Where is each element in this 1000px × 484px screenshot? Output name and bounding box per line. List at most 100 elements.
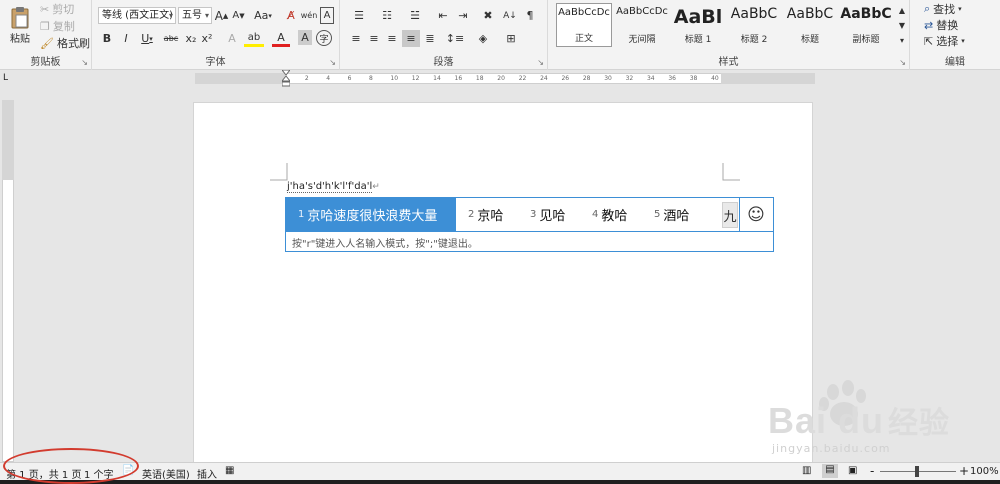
dialog-launcher-icon[interactable]: ↘ [81, 58, 88, 67]
ime-candidate-window: 1 京哈速度很快浪费大量 2 京哈 3 见哈 4 教哈 5 酒哈 九 ☺ 按"r… [285, 197, 774, 252]
multilevel-list-icon[interactable]: ☱ [404, 7, 426, 24]
shading-icon[interactable]: ◈ [472, 30, 494, 47]
phonetic-guide-icon[interactable]: wén [301, 7, 318, 24]
change-case-button[interactable]: Aa ▾ [252, 7, 274, 24]
print-layout-icon[interactable]: ▤ [822, 464, 838, 478]
superscript-button[interactable]: x² [200, 30, 214, 47]
clipboard-group: 粘贴 ✂ 剪切 ❐ 复制 🖌 格式刷 剪贴板 ↘ [0, 0, 92, 70]
line-spacing-icon[interactable]: ↕≡ [444, 30, 466, 47]
align-center-icon[interactable]: ≡ [366, 30, 382, 47]
sort-icon[interactable]: A↓ [502, 7, 518, 24]
format-painter-button[interactable]: 🖌 格式刷 [40, 36, 90, 51]
paste-button[interactable]: 粘贴 [4, 2, 36, 48]
style-heading-1[interactable]: AaBl 标题 1 [670, 3, 726, 47]
styles-more-icon[interactable]: ▾ [896, 34, 908, 47]
ruler-tick: 36 [668, 75, 676, 82]
page-indicator[interactable]: 第 1 页，共 1 页 [6, 466, 81, 481]
candidate-number: 3 [530, 209, 537, 220]
zoom-thumb[interactable] [915, 466, 919, 477]
taskbar-strip [0, 480, 1000, 484]
decrease-indent-icon[interactable]: ⇤ [434, 7, 452, 24]
tab-selector-icon[interactable]: L [3, 74, 13, 84]
enclose-char-icon[interactable]: 字 [316, 30, 332, 46]
align-right-icon[interactable]: ≡ [384, 30, 400, 47]
text-effects-icon[interactable]: A [224, 30, 240, 47]
bold-button[interactable]: B [100, 30, 114, 47]
ruler-tick: 10 [390, 75, 399, 82]
change-case-label: Aa [254, 9, 269, 22]
find-button[interactable]: ⌕ 查找 ▾ [924, 2, 962, 16]
justify-icon[interactable]: ≡ [402, 30, 420, 47]
style-no-spacing[interactable]: AaBbCcDc 无间隔 [614, 3, 670, 47]
word-count[interactable]: 1 个字 [84, 466, 114, 481]
candidate-number: 5 [654, 209, 661, 220]
indent-marker-icon[interactable] [280, 69, 292, 88]
handwriting-icon[interactable]: 九 [722, 202, 738, 228]
numbering-icon[interactable]: ☷ [376, 7, 398, 24]
align-left-icon[interactable]: ≡ [348, 30, 364, 47]
font-name-dropdown[interactable]: 等线 (西文正文) ▾ [98, 7, 176, 24]
dialog-launcher-icon[interactable]: ↘ [329, 58, 336, 67]
zoom-in-button[interactable]: + [959, 464, 969, 478]
style-subtitle[interactable]: AaBbC 副标题 [838, 3, 894, 47]
dialog-launcher-icon[interactable]: ↘ [899, 58, 906, 67]
status-bar: 第 1 页，共 1 页 1 个字 📄 英语(美国) 插入 ▦ ▥ ▤ ▣ - +… [0, 462, 1000, 481]
asian-layout-icon[interactable]: ✖ [478, 7, 498, 24]
char-shading-icon[interactable]: A [298, 30, 312, 45]
distributed-icon[interactable]: ≣ [422, 30, 438, 47]
ime-candidate-4[interactable]: 4 教哈 [592, 198, 627, 231]
char-border-icon[interactable]: A [320, 7, 334, 24]
grow-font-button[interactable]: A ▲ [215, 7, 229, 24]
style-normal[interactable]: AaBbCcDc 正文 [556, 3, 612, 47]
watermark-cn-text: 经验 [888, 407, 951, 440]
copy-button[interactable]: ❐ 复制 [40, 19, 75, 34]
styles-scroll-down-icon[interactable]: ▼ [896, 19, 908, 32]
show-marks-icon[interactable]: ¶ [522, 7, 538, 24]
ime-candidate-2[interactable]: 2 京哈 [468, 198, 503, 231]
font-color-icon[interactable]: A [272, 30, 290, 47]
web-layout-icon[interactable]: ▣ [848, 465, 857, 476]
italic-button[interactable]: I [119, 30, 133, 47]
proofing-icon[interactable]: 📄 [122, 465, 134, 476]
format-painter-label: 格式刷 [56, 37, 90, 50]
cut-button[interactable]: ✂ 剪切 [40, 2, 74, 17]
read-mode-icon[interactable]: ▥ [802, 465, 811, 476]
ruler-tick: 20 [497, 75, 505, 82]
shrink-font-button[interactable]: A ▼ [232, 7, 245, 24]
subscript-button[interactable]: x₂ [184, 30, 198, 47]
ime-candidate-bar: 1 京哈速度很快浪费大量 2 京哈 3 见哈 4 教哈 5 酒哈 九 ☺ [286, 198, 773, 232]
dialog-launcher-icon[interactable]: ↘ [537, 58, 544, 67]
zoom-level[interactable]: 100% [970, 466, 999, 477]
language-indicator[interactable]: 英语(美国) [142, 466, 190, 481]
ime-candidate-5[interactable]: 5 酒哈 [654, 198, 689, 231]
find-label: 查找 [933, 3, 956, 16]
watermark-brand: Bai du 经验 [768, 398, 950, 442]
highlight-icon[interactable]: ab [244, 30, 264, 47]
font-name-value: 等线 (西文正文) [102, 10, 173, 21]
ruler-tick: 4 [326, 75, 331, 82]
emoji-icon[interactable]: ☺ [744, 203, 768, 227]
increase-indent-icon[interactable]: ⇥ [454, 7, 472, 24]
style-title[interactable]: AaBbC 标题 [782, 3, 838, 47]
typed-pinyin[interactable]: j'ha's'd'h'k'l'f'da'l↵ [287, 181, 380, 193]
strikethrough-button[interactable]: abc [162, 30, 180, 47]
borders-icon[interactable]: ⊞ [500, 30, 522, 47]
styles-scroll-up-icon[interactable]: ▲ [896, 4, 908, 17]
typed-pinyin-text: j'ha's'd'h'k'l'f'da'l [287, 181, 373, 193]
replace-button[interactable]: ⇄ 替换 [924, 18, 958, 33]
watermark-brand-text: Bai du [768, 400, 885, 441]
zoom-out-button[interactable]: - [870, 464, 874, 478]
select-button[interactable]: ⇱ 选择 ▾ [924, 34, 965, 49]
ruler-tick: 18 [475, 75, 484, 82]
watermark-url: jingyan.baidu.com [772, 442, 891, 455]
ime-candidate-1[interactable]: 1 京哈速度很快浪费大量 [286, 198, 456, 231]
macro-icon[interactable]: ▦ [225, 465, 234, 476]
bullets-icon[interactable]: ☰ [348, 7, 370, 24]
font-size-dropdown[interactable]: 五号 ▾ [178, 7, 212, 24]
underline-button[interactable]: U ▾ [137, 30, 157, 47]
ime-candidate-3[interactable]: 3 见哈 [530, 198, 565, 231]
document-page[interactable] [193, 102, 813, 464]
insert-mode[interactable]: 插入 [197, 466, 217, 481]
style-heading-2[interactable]: AaBbC 标题 2 [726, 3, 782, 47]
clear-format-icon[interactable]: A̸ [284, 7, 298, 24]
